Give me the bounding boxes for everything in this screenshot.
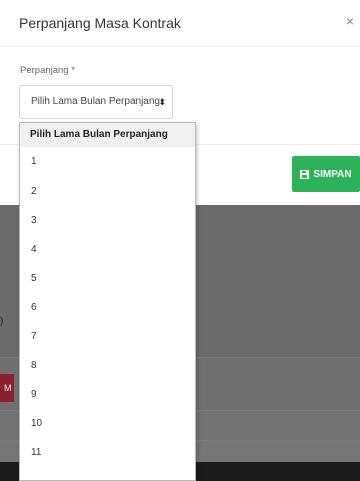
save-button[interactable]: SIMPAN: [292, 156, 360, 192]
dropdown-option[interactable]: 4: [20, 235, 195, 264]
extension-select-value: Pilih Lama Bulan Perpanjang: [31, 96, 160, 107]
dropdown-option[interactable]: 2: [20, 177, 195, 206]
dropdown-option[interactable]: 5: [20, 264, 195, 293]
background-text-fragment: ): [0, 316, 4, 327]
extension-select[interactable]: Pilih Lama Bulan Perpanjang ⬍: [19, 85, 173, 119]
dropdown-option[interactable]: 11: [20, 438, 195, 467]
dropdown-option-placeholder[interactable]: Pilih Lama Bulan Perpanjang: [20, 123, 195, 147]
dropdown-option[interactable]: 7: [20, 322, 195, 351]
dropdown-option[interactable]: 3: [20, 206, 195, 235]
extension-field-label: Perpanjang *: [20, 65, 75, 76]
modal-title: Perpanjang Masa Kontrak: [19, 15, 181, 31]
dropdown-option[interactable]: 1: [20, 147, 195, 177]
dropdown-option[interactable]: 6: [20, 293, 195, 322]
sort-arrows-icon: ⬍: [158, 97, 166, 107]
close-icon[interactable]: ×: [346, 13, 354, 29]
extension-dropdown-list: Pilih Lama Bulan Perpanjang 1 2 3 4 5 6 …: [19, 122, 196, 481]
dropdown-option[interactable]: 8: [20, 351, 195, 380]
save-button-label: SIMPAN: [313, 168, 352, 180]
modal-header: Perpanjang Masa Kontrak ×: [0, 0, 360, 47]
background-badge: M: [0, 374, 14, 402]
floppy-disk-icon: [300, 169, 310, 179]
dropdown-option[interactable]: 9: [20, 380, 195, 409]
dropdown-option[interactable]: 10: [20, 409, 195, 438]
